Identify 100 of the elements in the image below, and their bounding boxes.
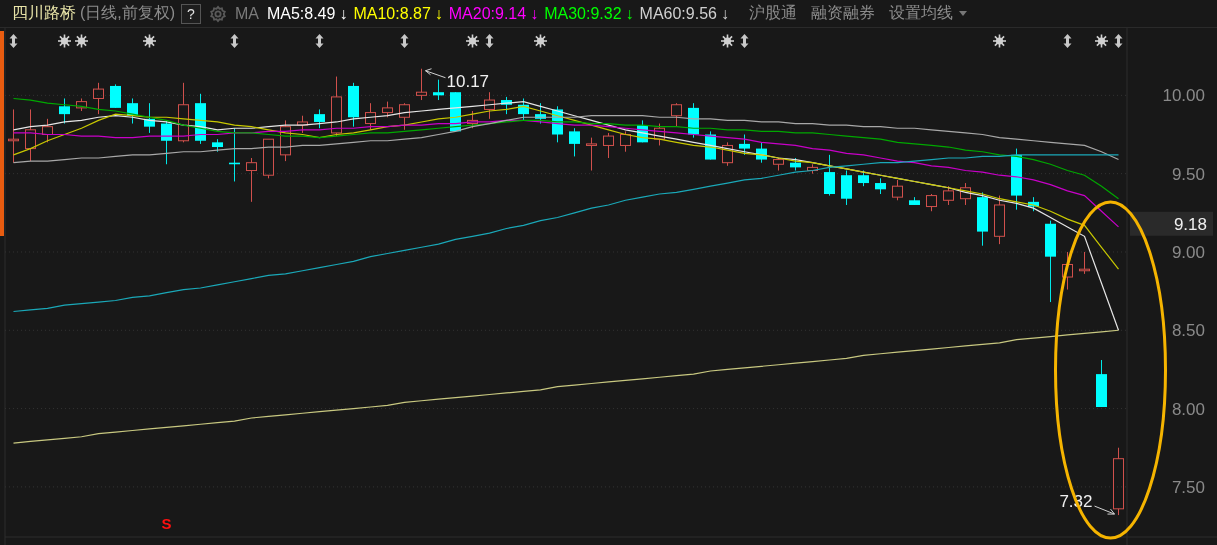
candlestick xyxy=(909,196,920,206)
candlestick xyxy=(1062,251,1073,291)
starburst-icon xyxy=(1094,33,1109,49)
candlestick xyxy=(688,102,699,139)
candlestick xyxy=(110,83,121,109)
candlestick xyxy=(1113,447,1124,516)
help-button[interactable]: ? xyxy=(181,3,201,24)
candlestick xyxy=(314,108,325,129)
starburst-icon xyxy=(465,33,480,49)
candlestick xyxy=(365,102,376,131)
candlestick xyxy=(42,118,53,143)
candlestick xyxy=(637,119,648,143)
candlestick xyxy=(841,170,852,206)
high-price-label: 10.17 xyxy=(446,71,490,91)
up-down-arrow-icon xyxy=(230,34,239,48)
moving-average-value: MA20:9.14 xyxy=(448,4,527,23)
candlestick xyxy=(892,179,903,201)
starburst-icon xyxy=(57,33,72,49)
candlestick xyxy=(127,98,138,125)
up-down-arrow-icon xyxy=(740,34,749,48)
candlestick xyxy=(518,98,529,121)
up-down-arrow-icon xyxy=(1114,34,1123,48)
candlestick xyxy=(8,108,19,164)
candlestick xyxy=(943,185,954,206)
moving-average-value: MA10:8.87 xyxy=(353,4,431,23)
candlestick xyxy=(705,130,716,161)
starburst-icon xyxy=(533,33,548,49)
caret-icon xyxy=(958,11,967,16)
candlestick xyxy=(739,134,750,156)
signal-label: S xyxy=(161,515,172,532)
candlestick xyxy=(229,127,240,182)
candlestick xyxy=(331,76,342,137)
candlestick xyxy=(25,108,36,162)
price-tick-label: 8.50 xyxy=(1171,321,1205,341)
candlestick xyxy=(858,170,869,187)
up-down-arrow-icon xyxy=(400,34,409,48)
indicator-label: MA xyxy=(234,4,259,23)
settings-dropdown[interactable]: 设置均线 xyxy=(888,3,967,24)
leader-arrow xyxy=(1094,505,1115,515)
moving-average-value: MA60:9.56 xyxy=(639,4,717,23)
candlestick xyxy=(348,82,359,128)
trend-arrow: ↓ xyxy=(434,4,443,23)
candlestick xyxy=(960,182,971,206)
price-tick-label: 7.50 xyxy=(1171,477,1205,497)
candlestick xyxy=(195,93,206,145)
candlestick xyxy=(280,119,291,162)
settings-icon[interactable] xyxy=(208,4,227,23)
starburst-icon xyxy=(992,33,1007,49)
link-button[interactable]: 沪股通 xyxy=(748,3,797,24)
candlestick xyxy=(382,101,393,118)
candlestick xyxy=(433,79,444,101)
current-price-label: 9.18 xyxy=(1173,214,1207,234)
starburst-icon xyxy=(142,33,157,49)
candlestick xyxy=(450,91,461,132)
candlestick xyxy=(569,127,580,157)
moving-average-value: MA5:8.49 xyxy=(266,4,336,23)
candlestick xyxy=(1011,148,1022,211)
candlestick xyxy=(756,141,767,164)
moving-average-value: MA30:9.32 xyxy=(544,4,622,23)
candlestick xyxy=(59,98,70,125)
link-button[interactable]: 融资融券 xyxy=(810,3,875,24)
candlestick xyxy=(824,154,835,197)
candlestick xyxy=(484,91,495,120)
candlestick xyxy=(875,177,886,195)
candlestick xyxy=(552,105,563,143)
candlestick xyxy=(467,110,478,129)
price-tick-label: 9.50 xyxy=(1171,164,1205,184)
up-down-arrow-icon xyxy=(315,34,324,48)
up-down-arrow-icon xyxy=(1063,34,1072,48)
trend-arrow: ↓ xyxy=(720,4,729,23)
candlestick xyxy=(994,195,1005,245)
up-down-arrow-icon xyxy=(485,34,494,48)
candlestick xyxy=(263,138,274,179)
stock-name: 四川路桥 xyxy=(12,3,76,23)
candlestick xyxy=(603,132,614,159)
candlestick xyxy=(773,157,784,171)
price-tick-label: 8.00 xyxy=(1171,399,1205,419)
candlestick xyxy=(620,130,631,153)
candlestick xyxy=(76,98,87,112)
candlestick xyxy=(93,82,104,115)
candlestick xyxy=(654,123,665,146)
candlestick xyxy=(399,102,410,131)
candlestick xyxy=(416,68,427,101)
starburst-icon xyxy=(74,33,89,49)
trend-arrow: ↓ xyxy=(530,4,539,23)
period-label: (日线,前复权) xyxy=(80,3,176,23)
candlestick xyxy=(246,157,257,203)
trend-arrow: ↓ xyxy=(625,4,634,23)
candlestick xyxy=(586,137,597,171)
candlestick xyxy=(144,102,155,134)
candlestick xyxy=(1079,251,1090,275)
candlestick xyxy=(178,82,189,143)
leader-arrow xyxy=(425,68,446,79)
candlestick xyxy=(722,141,733,167)
starburst-icon xyxy=(720,33,735,49)
candlestick xyxy=(977,191,988,247)
up-down-arrow-icon xyxy=(9,34,18,48)
candlestick xyxy=(671,102,682,128)
trend-arrow: ↓ xyxy=(339,4,348,23)
price-tick-label: 10.00 xyxy=(1162,86,1205,106)
